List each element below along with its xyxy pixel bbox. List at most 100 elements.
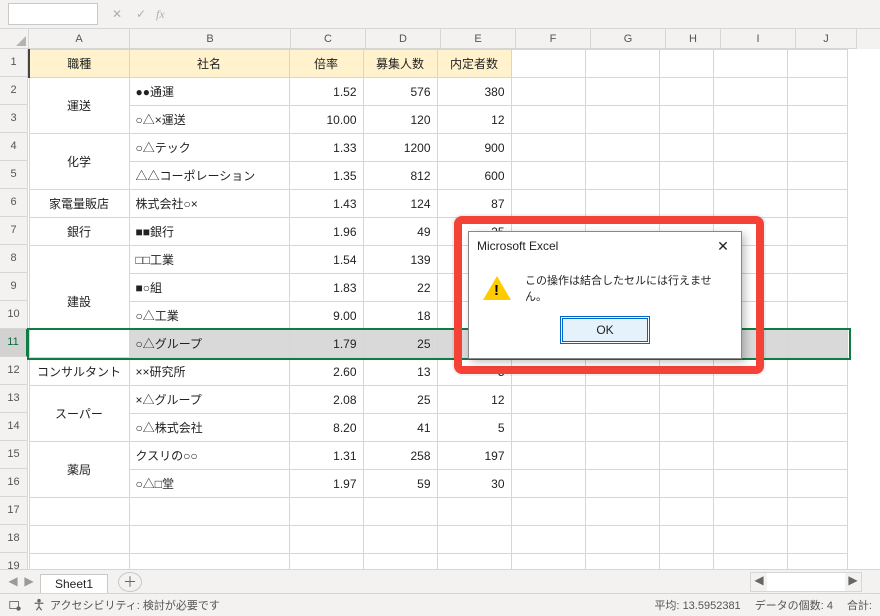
cell[interactable]: 380: [437, 78, 511, 106]
cell[interactable]: [787, 190, 847, 218]
cell[interactable]: 120: [363, 106, 437, 134]
category-cell[interactable]: 銀行: [29, 218, 129, 246]
cell[interactable]: [787, 386, 847, 414]
cell[interactable]: [511, 50, 585, 78]
cell[interactable]: 1.33: [289, 134, 363, 162]
cell[interactable]: 25: [363, 386, 437, 414]
ok-button[interactable]: OK: [562, 318, 648, 342]
cell[interactable]: [289, 498, 363, 526]
cell[interactable]: [713, 498, 787, 526]
cell[interactable]: 1.96: [289, 218, 363, 246]
row-header[interactable]: 17: [0, 497, 28, 525]
category-cell[interactable]: コンサルタント: [29, 358, 129, 386]
cell[interactable]: ○△×運送: [129, 106, 289, 134]
cell[interactable]: [787, 162, 847, 190]
cell[interactable]: 1.52: [289, 78, 363, 106]
table-header-cell[interactable]: 職種: [29, 50, 129, 78]
cell[interactable]: □□工業: [129, 246, 289, 274]
column-header[interactable]: D: [366, 29, 441, 49]
cell[interactable]: ○△□堂: [129, 470, 289, 498]
table-header-cell[interactable]: 倍率: [289, 50, 363, 78]
cell[interactable]: [787, 498, 847, 526]
accessibility-status[interactable]: アクセシビリティ: 検討が必要です: [50, 597, 220, 613]
cell[interactable]: [363, 526, 437, 554]
cell[interactable]: [787, 442, 847, 470]
cell[interactable]: 812: [363, 162, 437, 190]
cell[interactable]: 1.54: [289, 246, 363, 274]
cell[interactable]: [659, 106, 713, 134]
cell[interactable]: 1.83: [289, 274, 363, 302]
cell[interactable]: [585, 162, 659, 190]
cell[interactable]: [787, 246, 847, 274]
column-header[interactable]: I: [721, 29, 796, 49]
cell[interactable]: 12: [437, 386, 511, 414]
cell[interactable]: 1.79: [289, 330, 363, 358]
column-header[interactable]: G: [591, 29, 666, 49]
cell[interactable]: [787, 414, 847, 442]
row-header[interactable]: 4: [0, 133, 28, 161]
cell[interactable]: [659, 414, 713, 442]
cell[interactable]: [511, 526, 585, 554]
cell[interactable]: [713, 526, 787, 554]
cell[interactable]: [659, 50, 713, 78]
cell[interactable]: 8.20: [289, 414, 363, 442]
cell[interactable]: [659, 470, 713, 498]
cell[interactable]: [713, 162, 787, 190]
row-header[interactable]: 16: [0, 469, 28, 497]
cell[interactable]: ○△テック: [129, 134, 289, 162]
cell[interactable]: [787, 50, 847, 78]
cell[interactable]: [585, 386, 659, 414]
cell[interactable]: [437, 526, 511, 554]
cell[interactable]: [585, 498, 659, 526]
cell[interactable]: [787, 358, 847, 386]
cell[interactable]: [129, 526, 289, 554]
table-header-cell[interactable]: 募集人数: [363, 50, 437, 78]
accessibility-icon[interactable]: [32, 598, 46, 612]
row-header[interactable]: 12: [0, 357, 28, 385]
cell[interactable]: [787, 526, 847, 554]
cell[interactable]: 59: [363, 470, 437, 498]
cell[interactable]: [659, 498, 713, 526]
row-header[interactable]: 5: [0, 161, 28, 189]
cell[interactable]: △△コーポレーション: [129, 162, 289, 190]
column-header[interactable]: J: [796, 29, 857, 49]
close-icon[interactable]: ✕: [713, 238, 733, 255]
cell[interactable]: 41: [363, 414, 437, 442]
cell[interactable]: [787, 274, 847, 302]
category-cell[interactable]: 建設: [29, 246, 129, 358]
cell[interactable]: ○△グループ: [129, 330, 289, 358]
cell[interactable]: ○△株式会社: [129, 414, 289, 442]
row-header[interactable]: 14: [0, 413, 28, 441]
cell[interactable]: 87: [437, 190, 511, 218]
select-all-corner[interactable]: [0, 29, 29, 49]
cell[interactable]: [511, 78, 585, 106]
cell[interactable]: 1.97: [289, 470, 363, 498]
cell[interactable]: 18: [363, 302, 437, 330]
cell[interactable]: [659, 442, 713, 470]
cell[interactable]: 900: [437, 134, 511, 162]
cell[interactable]: [787, 218, 847, 246]
cell[interactable]: ■■銀行: [129, 218, 289, 246]
table-header-cell[interactable]: 社名: [129, 50, 289, 78]
cell[interactable]: [585, 50, 659, 78]
cell[interactable]: [511, 470, 585, 498]
table-header-cell[interactable]: 内定者数: [437, 50, 511, 78]
cell[interactable]: [659, 162, 713, 190]
cell[interactable]: [787, 78, 847, 106]
category-cell[interactable]: 薬局: [29, 442, 129, 498]
cell[interactable]: 2.60: [289, 358, 363, 386]
row-header[interactable]: 11: [0, 329, 28, 357]
cell[interactable]: 600: [437, 162, 511, 190]
cell[interactable]: [713, 470, 787, 498]
cell[interactable]: [511, 134, 585, 162]
cell[interactable]: 12: [437, 106, 511, 134]
cell[interactable]: 197: [437, 442, 511, 470]
cell[interactable]: ×△グループ: [129, 386, 289, 414]
cell[interactable]: [713, 134, 787, 162]
cell[interactable]: 2.08: [289, 386, 363, 414]
cell[interactable]: [787, 106, 847, 134]
cell[interactable]: 139: [363, 246, 437, 274]
cell[interactable]: [511, 190, 585, 218]
cell[interactable]: [29, 526, 129, 554]
column-header[interactable]: C: [291, 29, 366, 49]
